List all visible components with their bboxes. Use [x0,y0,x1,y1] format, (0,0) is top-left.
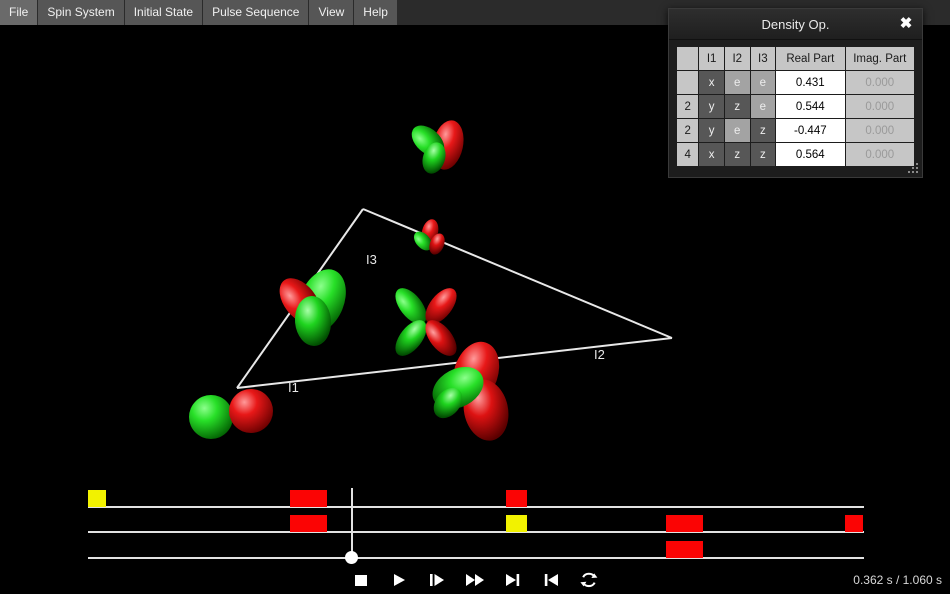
pulse-sequence-timeline[interactable] [0,469,950,569]
column-header-coefficient [677,47,699,70]
dialog-title-bar[interactable]: Density Op. ✖ [669,9,922,40]
loop-icon [580,572,598,588]
density-operator-table: I1 I2 I3 Real Part Imag. Part x e e 0.43… [676,46,915,167]
cell-real-part[interactable]: 0.544 [776,95,845,118]
loop-button[interactable] [576,569,602,591]
dialog-body: I1 I2 I3 Real Part Imag. Part x e e 0.43… [669,40,922,167]
menu-view[interactable]: View [309,0,354,25]
stop-icon [355,575,367,586]
transport-controls [0,566,950,594]
cell-i2-operator[interactable]: e [724,119,750,142]
table-row[interactable]: 2 y z e 0.544 0.000 [677,95,914,118]
cell-real-part[interactable]: 0.431 [776,71,845,94]
fast-forward-button[interactable] [462,569,488,591]
close-icon[interactable]: ✖ [897,15,915,33]
menu-help[interactable]: Help [354,0,397,25]
spin-orbital-i3 [279,269,346,346]
timeline-track-1[interactable] [88,506,864,508]
cell-imag-part: 0.000 [845,119,914,142]
column-header-imag-part: Imag. Part [845,47,914,70]
pulse-block[interactable] [506,490,527,507]
cell-imag-part: 0.000 [845,95,914,118]
cell-coefficient[interactable]: 2 [677,119,699,142]
column-header-real-part: Real Part [776,47,845,70]
density-operator-orbital-top [411,120,464,174]
fast-forward-icon [466,574,484,586]
cell-i3-operator[interactable]: z [750,119,776,142]
step-forward-button[interactable] [424,569,450,591]
pulse-block[interactable] [666,515,703,532]
menu-pulse-sequence[interactable]: Pulse Sequence [203,0,309,25]
menu-spin-system[interactable]: Spin System [38,0,124,25]
table-header-row: I1 I2 I3 Real Part Imag. Part [677,47,914,70]
cell-i2-operator[interactable]: z [724,95,750,118]
menu-file[interactable]: File [0,0,38,25]
playhead-handle[interactable] [345,551,358,564]
pulse-block[interactable] [845,515,863,532]
resize-grip-icon[interactable] [907,162,920,175]
cell-i1-operator[interactable]: x [699,71,724,94]
column-header-i1: I1 [699,47,724,70]
cell-i2-operator[interactable]: e [724,71,750,94]
cell-coefficient[interactable]: 4 [677,143,699,166]
cell-i3-operator[interactable]: z [750,143,776,166]
pulse-block[interactable] [88,490,106,507]
table-row[interactable]: 4 x z z 0.564 0.000 [677,143,914,166]
dialog-title: Density Op. [761,16,830,32]
column-header-i3: I3 [750,47,776,70]
play-icon [394,574,405,586]
pulse-block[interactable] [666,541,703,558]
table-row[interactable]: x e e 0.431 0.000 [677,71,914,94]
cell-i1-operator[interactable]: y [699,119,724,142]
column-header-i2: I2 [724,47,750,70]
density-operator-orbital-center [395,288,457,356]
cell-coefficient[interactable]: 2 [677,95,699,118]
timeline-track-3[interactable] [88,557,864,559]
cell-i3-operator[interactable]: e [750,71,776,94]
skip-to-start-button[interactable] [538,569,564,591]
menu-initial-state[interactable]: Initial State [124,0,203,25]
cell-real-part[interactable]: -0.447 [776,119,845,142]
pulse-block[interactable] [506,515,527,532]
stop-button[interactable] [348,569,374,591]
play-button[interactable] [386,569,412,591]
pulse-block[interactable] [290,515,327,532]
pulse-block[interactable] [290,490,327,507]
density-operator-dialog[interactable]: Density Op. ✖ I1 I2 I3 Real Part Imag. P… [668,8,923,178]
spin-orbital-i2 [432,341,509,441]
cell-imag-part: 0.000 [845,143,914,166]
density-operator-orbital-upper [413,219,445,255]
application-window: File Spin System Initial State Pulse Seq… [0,0,950,594]
cell-i1-operator[interactable]: x [699,143,724,166]
skip-to-end-button[interactable] [500,569,526,591]
cell-imag-part: 0.000 [845,71,914,94]
skip-to-start-icon [544,574,558,586]
cell-i2-operator[interactable]: z [724,143,750,166]
time-readout: 0.362 s / 1.060 s [853,573,942,587]
timeline-track-2[interactable] [88,531,864,533]
step-forward-icon [430,574,444,586]
playhead-line [351,488,353,553]
spin-orbital-i1 [189,389,273,439]
table-row[interactable]: 2 y e z -0.447 0.000 [677,119,914,142]
cell-i3-operator[interactable]: e [750,95,776,118]
skip-to-end-icon [506,574,520,586]
cell-i1-operator[interactable]: y [699,95,724,118]
cell-coefficient[interactable] [677,71,699,94]
cell-real-part[interactable]: 0.564 [776,143,845,166]
